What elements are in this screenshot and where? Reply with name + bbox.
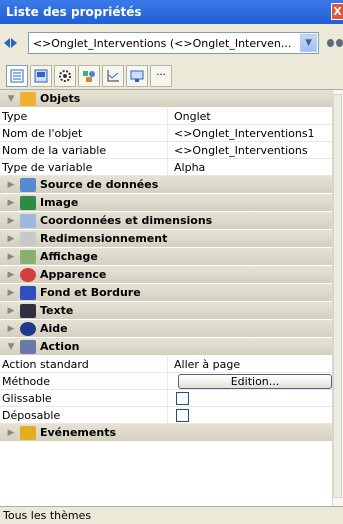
more-icon[interactable]: ··· (150, 64, 172, 87)
section-label: Objets (40, 92, 81, 105)
property-value: Onglet (174, 109, 211, 123)
database-icon (20, 177, 36, 192)
coordinates-icon (20, 213, 36, 228)
property-value: Edition... (168, 373, 332, 389)
object-selector-value: <>Onglet_Interventions (<>Onglet_Interve… (32, 36, 292, 50)
property-row[interactable]: Méthode Edition... (0, 373, 332, 390)
nav-arrows-icon[interactable] (4, 36, 24, 50)
monitor-icon[interactable] (126, 64, 148, 87)
section-label: Fond et Bordure (40, 286, 141, 299)
property-value[interactable]: Aller à page (168, 356, 332, 372)
resize-icon (20, 231, 36, 246)
section-label: Redimensionnement (40, 232, 168, 245)
property-row[interactable]: Type Onglet (0, 108, 332, 125)
property-row[interactable]: Glissable (0, 390, 332, 407)
chevron-down-icon[interactable]: ▼ (300, 34, 318, 52)
section-label: Evénements (40, 426, 116, 439)
section-action[interactable]: ▼ Action (0, 338, 332, 356)
chevron-right-icon: ▶ (7, 427, 15, 438)
object-selector-combo[interactable]: <>Onglet_Interventions (<>Onglet_Interve… (27, 32, 320, 54)
property-value[interactable]: <>Onglet_Interventions (168, 142, 332, 158)
property-name: Action standard (0, 356, 168, 372)
objects-icon (20, 91, 36, 106)
section-objets[interactable]: ▼ Objets (0, 90, 332, 108)
section-apparence[interactable]: ▶ Apparence (0, 266, 332, 284)
property-row[interactable]: Nom de la variable <>Onglet_Intervention… (0, 142, 332, 159)
chevron-right-icon: ▶ (7, 179, 15, 190)
object-selector-row: <>Onglet_Interventions (<>Onglet_Interve… (0, 24, 343, 62)
window-titlebar: Liste des propriétés X (0, 0, 343, 24)
window-title: Liste des propriétés (6, 5, 142, 19)
property-row[interactable]: Action standard Aller à page (0, 356, 332, 373)
section-redimensionnement[interactable]: ▶ Redimensionnement (0, 230, 332, 248)
glissable-checkbox[interactable] (176, 391, 189, 405)
chevron-right-icon: ▶ (7, 305, 15, 316)
list-icon[interactable] (6, 64, 28, 87)
section-image[interactable]: ▶ Image (0, 194, 332, 212)
section-label: Affichage (40, 250, 98, 263)
section-fond-et-bordure[interactable]: ▶ Fond et Bordure (0, 284, 332, 302)
display-icon (20, 249, 36, 264)
property-value: Alpha (174, 160, 206, 174)
property-name: Méthode (0, 373, 168, 389)
section-affichage[interactable]: ▶ Affichage (0, 248, 332, 266)
chevron-right-icon: ▶ (7, 287, 15, 298)
chevron-right-icon: ▶ (7, 323, 15, 334)
chart-icon[interactable] (102, 64, 124, 87)
chevron-right-icon: ▶ (7, 215, 15, 226)
property-name: Nom de l'objet (0, 125, 168, 141)
action-icon (20, 339, 36, 354)
help-icon (20, 321, 36, 336)
property-value (168, 407, 332, 423)
section-evenements[interactable]: ▶ Evénements (0, 424, 332, 442)
section-coordonnees[interactable]: ▶ Coordonnées et dimensions (0, 212, 332, 230)
section-label: Source de données (40, 178, 159, 191)
section-texte[interactable]: ▶ Texte (0, 302, 332, 320)
section-source-de-donnees[interactable]: ▶ Source de données (0, 176, 332, 194)
property-row[interactable]: Type de variable Alpha (0, 159, 332, 176)
chevron-down-icon: ▼ (7, 93, 15, 104)
close-icon: X (333, 5, 342, 18)
gear-icon[interactable] (54, 64, 76, 87)
section-label: Apparence (40, 268, 107, 281)
status-text: Tous les thèmes (3, 509, 92, 522)
property-name: Type (0, 108, 168, 124)
chevron-right-icon: ▶ (7, 197, 15, 208)
appearance-icon (20, 267, 36, 282)
property-name: Type de variable (0, 159, 168, 175)
text-icon (20, 303, 36, 318)
shapes-icon[interactable] (78, 64, 100, 87)
status-bar: Tous les thèmes (0, 506, 343, 524)
section-label: Image (40, 196, 79, 209)
property-list: ▼ Objets Type Onglet Nom de l'objet <>On… (0, 90, 332, 506)
chevron-right-icon: ▶ (7, 251, 15, 262)
binoculars-icon[interactable] (327, 36, 343, 50)
edit-method-button[interactable]: Edition... (178, 373, 332, 389)
property-value (168, 390, 332, 406)
property-tabs: ··· (0, 62, 343, 90)
scrollbar-thumb[interactable] (333, 94, 342, 498)
section-aide[interactable]: ▶ Aide (0, 320, 332, 338)
border-icon (20, 285, 36, 300)
events-icon (20, 425, 36, 440)
chevron-right-icon: ▶ (7, 233, 15, 244)
image-icon (20, 195, 36, 210)
property-name: Nom de la variable (0, 142, 168, 158)
close-button[interactable]: X (331, 3, 343, 20)
property-name: Glissable (0, 390, 168, 406)
property-row[interactable]: Nom de l'objet <>Onglet_Interventions1 (0, 125, 332, 142)
vertical-scrollbar[interactable] (332, 90, 343, 506)
property-row[interactable]: Déposable (0, 407, 332, 424)
form-icon[interactable] (30, 64, 52, 87)
property-value[interactable]: <>Onglet_Interventions1 (168, 125, 332, 141)
section-label: Aide (40, 322, 68, 335)
deposable-checkbox[interactable] (176, 408, 189, 422)
chevron-right-icon: ▶ (7, 269, 15, 280)
section-label: Coordonnées et dimensions (40, 214, 213, 227)
section-label: Action (40, 340, 80, 353)
section-label: Texte (40, 304, 74, 317)
chevron-down-icon: ▼ (7, 341, 15, 352)
property-name: Déposable (0, 407, 168, 423)
